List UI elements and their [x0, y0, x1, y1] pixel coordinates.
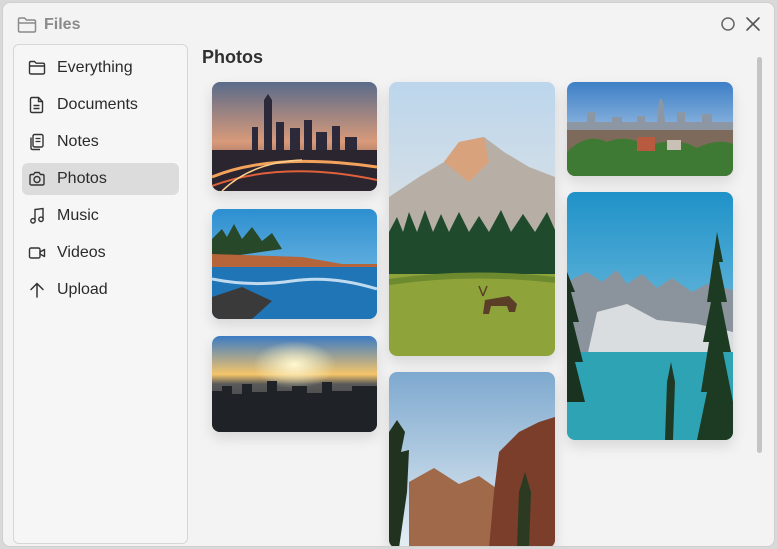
city-skyline-day-photo[interactable]	[567, 82, 733, 176]
arrow-up-icon	[30, 282, 44, 298]
sidebar-nav: Everything Documents Notes Photos Music …	[14, 45, 187, 306]
city-skyline-day-image	[567, 82, 733, 176]
sidebar-item-label: Photos	[57, 170, 107, 187]
city-sunset-aerial-photo[interactable]	[212, 336, 377, 432]
mountain-lake-pines-image	[567, 192, 733, 440]
sidebar-item-everything[interactable]: Everything	[22, 52, 179, 84]
sidebar-item-label: Music	[57, 207, 99, 224]
music-note-icon	[30, 207, 44, 224]
sidebar-item-photos[interactable]: Photos	[22, 163, 179, 195]
close-button[interactable]	[744, 15, 762, 33]
sidebar-item-notes[interactable]: Notes	[22, 126, 179, 158]
half-dome-elk-meadow-image	[389, 82, 555, 356]
rocky-coast-image	[212, 209, 377, 319]
files-window: Files Everything Documents Notes Photos …	[2, 2, 775, 547]
camera-icon	[29, 171, 45, 186]
folder-icon	[17, 17, 37, 33]
sidebar-item-upload[interactable]: Upload	[22, 274, 179, 306]
sidebar-item-videos[interactable]: Videos	[22, 237, 179, 269]
sidebar: Everything Documents Notes Photos Music …	[13, 44, 188, 544]
city-skyline-dusk-image	[212, 82, 377, 191]
half-dome-elk-meadow-photo[interactable]	[389, 82, 555, 356]
sidebar-item-documents[interactable]: Documents	[22, 89, 179, 121]
maximize-button[interactable]	[719, 15, 737, 33]
mountain-lake-pines-photo[interactable]	[567, 192, 733, 440]
sidebar-item-music[interactable]: Music	[22, 200, 179, 232]
canyon-pines-photo[interactable]	[389, 372, 555, 546]
title-bar[interactable]: Files	[3, 3, 774, 43]
rocky-coast-photo[interactable]	[212, 209, 377, 319]
canyon-pines-image	[389, 372, 555, 546]
sidebar-item-label: Everything	[57, 59, 133, 76]
notes-icon	[30, 133, 44, 151]
photos-view: Photos	[191, 43, 774, 546]
city-skyline-dusk-photo[interactable]	[212, 82, 377, 191]
video-camera-icon	[28, 247, 46, 259]
sidebar-item-label: Notes	[57, 133, 99, 150]
sidebar-item-label: Documents	[57, 96, 138, 113]
window-title: Files	[44, 16, 81, 33]
scrollbar[interactable]	[757, 57, 762, 453]
sidebar-item-label: Videos	[57, 244, 106, 261]
folder-icon	[28, 60, 46, 75]
sidebar-item-label: Upload	[57, 281, 108, 298]
city-sunset-aerial-image	[212, 336, 377, 432]
page-title: Photos	[202, 47, 263, 67]
document-icon	[29, 96, 44, 114]
